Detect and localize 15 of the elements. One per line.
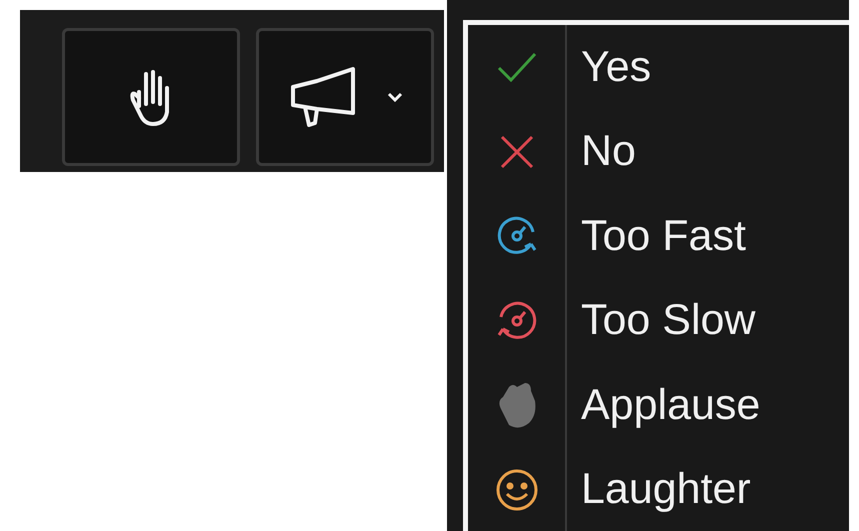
menu-item-label: Too Fast <box>581 212 746 261</box>
menu-item-label: Applause <box>581 380 760 430</box>
menu-item-label: Laughter <box>581 465 751 514</box>
menu-item[interactable]: Applause <box>468 363 849 448</box>
menu-item[interactable]: Too Fast <box>468 194 849 278</box>
menu-item[interactable]: Laughter <box>468 448 849 531</box>
raise-hand-button[interactable] <box>62 28 240 166</box>
menu-item-label: No <box>581 127 636 176</box>
menu-item[interactable]: Too Slow <box>468 278 849 363</box>
menu-item-label: Too Slow <box>581 296 756 346</box>
feedback-button[interactable] <box>256 28 434 166</box>
menu-item[interactable]: No <box>468 110 849 194</box>
menu-item-label: Yes <box>581 42 652 92</box>
chevron-down-icon <box>387 92 403 102</box>
menu-item[interactable]: Yes <box>468 25 849 110</box>
